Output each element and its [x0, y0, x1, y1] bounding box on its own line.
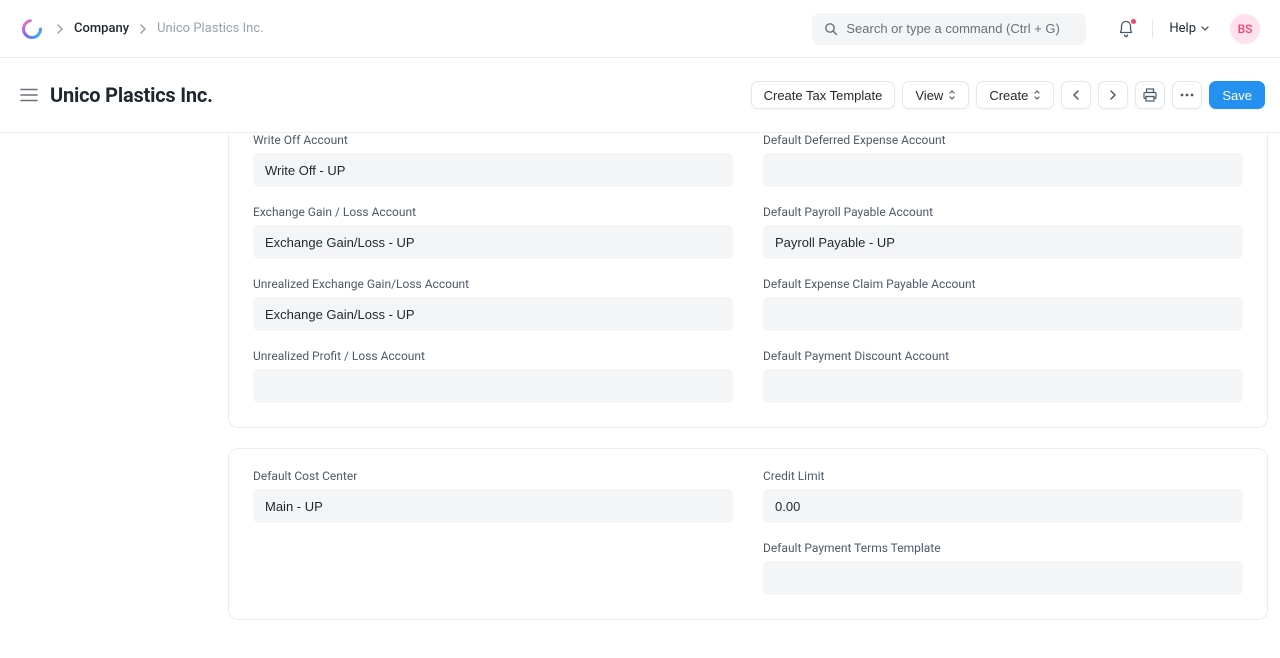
page-header: Unico Plastics Inc. Create Tax Template … — [0, 58, 1280, 133]
header-actions: Create Tax Template View Create — [751, 81, 1265, 109]
chevron-right-icon — [1109, 89, 1117, 101]
create-dropdown[interactable]: Create — [976, 81, 1054, 109]
input-write-off-account[interactable] — [253, 153, 733, 187]
label-default-payment-terms: Default Payment Terms Template — [763, 541, 1243, 555]
print-button[interactable] — [1135, 81, 1165, 109]
label-default-expense-claim: Default Expense Claim Payable Account — [763, 277, 1243, 291]
chevron-right-icon — [139, 24, 147, 34]
label-exchange-gain-loss: Exchange Gain / Loss Account — [253, 205, 733, 219]
input-default-expense-claim[interactable] — [763, 297, 1243, 331]
label-default-payment-discount: Default Payment Discount Account — [763, 349, 1243, 363]
chevron-right-icon — [56, 24, 64, 34]
select-icon — [948, 89, 956, 101]
label-credit-limit: Credit Limit — [763, 469, 1243, 483]
defaults-card: Default Cost Center Credit Limit Default… — [228, 448, 1268, 620]
field-default-payroll-payable: Default Payroll Payable Account — [763, 205, 1243, 259]
help-dropdown[interactable]: Help — [1169, 21, 1210, 36]
create-tax-template-button[interactable]: Create Tax Template — [751, 81, 896, 109]
field-default-deferred-expense: Default Deferred Expense Account — [763, 133, 1243, 187]
notifications-button[interactable] — [1116, 19, 1136, 39]
field-default-payment-terms: Default Payment Terms Template — [763, 541, 1243, 595]
label-default-payroll-payable: Default Payroll Payable Account — [763, 205, 1243, 219]
label-unrealized-profit: Unrealized Profit / Loss Account — [253, 349, 733, 363]
accounts-card: Write Off Account Exchange Gain / Loss A… — [228, 133, 1268, 428]
printer-icon — [1143, 88, 1157, 102]
divider — [1152, 20, 1153, 38]
field-unrealized-profit: Unrealized Profit / Loss Account — [253, 349, 733, 403]
create-label: Create — [989, 88, 1028, 103]
more-menu-button[interactable] — [1172, 81, 1202, 109]
field-default-expense-claim: Default Expense Claim Payable Account — [763, 277, 1243, 331]
input-credit-limit[interactable] — [763, 489, 1243, 523]
save-button[interactable]: Save — [1209, 81, 1265, 109]
input-default-payment-discount[interactable] — [763, 369, 1243, 403]
user-avatar[interactable]: BS — [1230, 14, 1260, 44]
label-default-deferred-expense: Default Deferred Expense Account — [763, 133, 1243, 147]
input-default-payment-terms[interactable] — [763, 561, 1243, 595]
label-default-cost-center: Default Cost Center — [253, 469, 733, 483]
next-button[interactable] — [1098, 81, 1128, 109]
field-unrealized-exchange: Unrealized Exchange Gain/Loss Account — [253, 277, 733, 331]
field-default-cost-center: Default Cost Center — [253, 469, 733, 523]
field-default-payment-discount: Default Payment Discount Account — [763, 349, 1243, 403]
sidebar-toggle[interactable] — [18, 84, 40, 106]
view-dropdown[interactable]: View — [902, 81, 969, 109]
field-write-off-account: Write Off Account — [253, 133, 733, 187]
input-exchange-gain-loss[interactable] — [253, 225, 733, 259]
view-label: View — [915, 88, 943, 103]
save-label: Save — [1222, 88, 1252, 103]
prev-button[interactable] — [1061, 81, 1091, 109]
chevron-left-icon — [1072, 89, 1080, 101]
search-input[interactable] — [846, 21, 1074, 36]
label-write-off-account: Write Off Account — [253, 133, 733, 147]
breadcrumb-current: Unico Plastics Inc. — [157, 21, 263, 36]
dots-horizontal-icon — [1180, 93, 1194, 97]
global-search[interactable] — [812, 13, 1086, 45]
chevron-down-icon — [1200, 25, 1210, 33]
input-default-deferred-expense[interactable] — [763, 153, 1243, 187]
breadcrumb-company[interactable]: Company — [74, 21, 129, 36]
breadcrumb: Company Unico Plastics Inc. — [56, 21, 264, 36]
select-icon — [1033, 89, 1041, 101]
main-content: Write Off Account Exchange Gain / Loss A… — [0, 133, 1280, 658]
create-tax-label: Create Tax Template — [764, 88, 883, 103]
app-logo[interactable] — [22, 19, 42, 39]
field-exchange-gain-loss: Exchange Gain / Loss Account — [253, 205, 733, 259]
search-icon — [824, 22, 838, 36]
page-title: Unico Plastics Inc. — [50, 83, 213, 107]
field-credit-limit: Credit Limit — [763, 469, 1243, 523]
input-default-cost-center[interactable] — [253, 489, 733, 523]
notification-dot — [1130, 18, 1137, 25]
topbar: Company Unico Plastics Inc. Help — [0, 0, 1280, 58]
input-unrealized-profit[interactable] — [253, 369, 733, 403]
help-label: Help — [1169, 21, 1196, 36]
input-default-payroll-payable[interactable] — [763, 225, 1243, 259]
top-actions: Help BS — [1116, 14, 1260, 44]
input-unrealized-exchange[interactable] — [253, 297, 733, 331]
label-unrealized-exchange: Unrealized Exchange Gain/Loss Account — [253, 277, 733, 291]
